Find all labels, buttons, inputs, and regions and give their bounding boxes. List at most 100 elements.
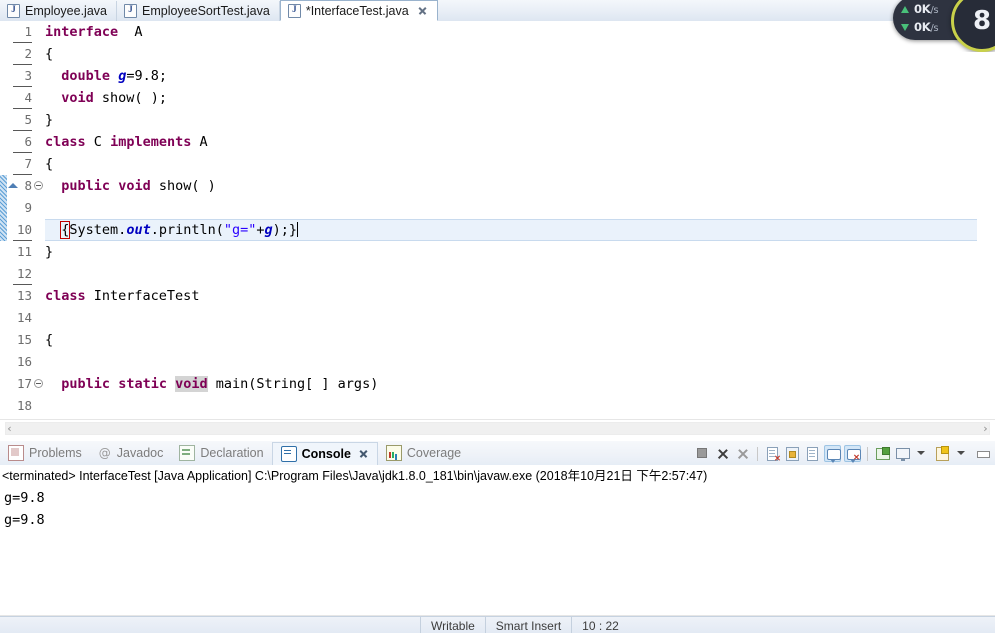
line-number: 10 xyxy=(16,222,32,237)
keyword: void xyxy=(61,90,94,106)
type-name: InterfaceTest xyxy=(93,288,200,304)
eclipse-window: Employee.java EmployeeSortTest.java *Int… xyxy=(0,0,995,633)
panel-tab-label: Javadoc xyxy=(116,446,164,460)
code-line-13: class InterfaceTest xyxy=(45,285,978,307)
panel-tab-label: Problems xyxy=(29,446,82,460)
console-panel: Problems @ Javadoc Declaration Console C… xyxy=(0,441,995,633)
show-console-on-output-button[interactable] xyxy=(824,445,841,463)
remove-all-terminated-button[interactable] xyxy=(734,445,751,462)
scroll-left-icon[interactable]: ‹ xyxy=(3,422,16,435)
editor-tab-employeesorttest[interactable]: EmployeeSortTest.java xyxy=(117,1,280,21)
tab-console[interactable]: Console xyxy=(271,441,378,465)
toolbar-separator xyxy=(757,446,758,461)
code-line-4: void show( ); xyxy=(45,87,978,109)
field-name: out xyxy=(126,222,151,238)
panel-tab-label: Coverage xyxy=(406,446,462,460)
code-line-7: { xyxy=(45,153,978,175)
line-number: 6 xyxy=(24,134,32,149)
chevron-down-icon xyxy=(917,451,925,455)
minimize-button[interactable] xyxy=(974,445,991,462)
status-insert-mode: Smart Insert xyxy=(484,617,571,633)
status-writable: Writable xyxy=(420,617,485,633)
line-number: 16 xyxy=(16,354,32,369)
code-text: =9.8; xyxy=(126,68,167,84)
code-line-17: public static void main(String[ ] args) xyxy=(45,373,978,395)
code-text: );} xyxy=(272,222,298,238)
tab-problems[interactable]: Problems xyxy=(0,442,90,464)
field-name: g xyxy=(264,222,273,238)
line-number: 4 xyxy=(24,90,32,105)
brace: { xyxy=(45,156,54,172)
editor-tab-label: EmployeeSortTest.java xyxy=(142,4,270,18)
editor-tab-label: Employee.java xyxy=(25,4,107,18)
console-output-area[interactable]: <terminated> InterfaceTest [Java Applica… xyxy=(0,465,995,615)
line-number: 2 xyxy=(24,46,32,61)
tab-declaration[interactable]: Declaration xyxy=(171,442,271,464)
line-number: 1 xyxy=(24,24,32,39)
line-number: 7 xyxy=(24,156,32,171)
code-line-15: { xyxy=(45,329,978,351)
keyword: class xyxy=(45,134,86,150)
type-name: A xyxy=(199,134,208,150)
stop-icon xyxy=(697,448,707,458)
line-number: 15 xyxy=(16,332,32,347)
line-number: 11 xyxy=(16,244,32,259)
panel-tab-bar: Problems @ Javadoc Declaration Console C… xyxy=(0,441,995,466)
scroll-lock-button[interactable] xyxy=(784,445,801,462)
remove-launch-button[interactable] xyxy=(714,445,731,462)
keyword: class xyxy=(45,288,86,304)
performance-gauge[interactable]: 8 xyxy=(951,0,995,52)
open-console-dropdown[interactable] xyxy=(954,445,971,462)
editor-tab-employee[interactable]: Employee.java xyxy=(0,1,117,21)
keyword: public xyxy=(61,376,111,392)
line-number: 18 xyxy=(16,398,32,413)
tab-javadoc[interactable]: @ Javadoc xyxy=(90,442,172,464)
brace: } xyxy=(45,112,54,128)
code-line-1: interface A xyxy=(45,21,978,43)
display-selected-console-button[interactable] xyxy=(894,445,911,462)
console-toolbar: ✕ ✕ xyxy=(694,444,991,463)
keyword: static xyxy=(118,376,167,392)
editor-tab-interfacetest[interactable]: *InterfaceTest.java xyxy=(279,0,438,21)
scroll-right-icon[interactable]: › xyxy=(979,422,992,435)
pin-console-button[interactable] xyxy=(874,445,891,462)
occurrence-highlight: void xyxy=(175,376,208,392)
word-wrap-button[interactable] xyxy=(804,445,821,462)
terminate-button[interactable] xyxy=(694,445,711,462)
fold-collapse-icon[interactable] xyxy=(34,379,43,388)
java-file-icon xyxy=(287,3,301,18)
java-file-icon xyxy=(7,3,20,18)
code-editor[interactable]: 1 2 3 4 5 6 7 8 9 10 11 12 13 14 15 16 1… xyxy=(0,21,995,418)
code-text-area[interactable]: interface A { double g=9.8; void show( )… xyxy=(45,21,978,418)
console-icon xyxy=(280,445,297,462)
keyword: implements xyxy=(110,134,192,150)
open-console-button[interactable] xyxy=(934,445,951,462)
line-number: 17 xyxy=(16,376,32,391)
close-icon[interactable] xyxy=(417,5,428,16)
panel-tab-label: Declaration xyxy=(200,446,264,460)
display-selected-console-dropdown[interactable] xyxy=(914,445,931,462)
show-console-on-error-button[interactable]: ✕ xyxy=(844,445,861,463)
console-output-icon xyxy=(827,449,841,463)
lock-icon xyxy=(786,447,799,461)
keyword: void xyxy=(118,178,151,194)
javadoc-icon: @ xyxy=(98,446,111,460)
console-output-line: g=9.8 xyxy=(4,512,45,528)
clear-console-button[interactable]: ✕ xyxy=(764,445,781,463)
status-cursor-position: 10 : 22 xyxy=(571,617,629,633)
keyword: public xyxy=(61,178,111,194)
close-icon[interactable] xyxy=(358,448,369,459)
code-line-5: } xyxy=(45,109,978,131)
scrollbar-trough[interactable] xyxy=(5,422,990,435)
editor-vertical-scrollbar[interactable] xyxy=(977,21,995,418)
code-line-6: class C implements A xyxy=(45,131,978,153)
declaration-icon xyxy=(179,445,196,461)
editor-horizontal-scrollbar[interactable]: ‹ › xyxy=(0,419,995,437)
tab-coverage[interactable]: Coverage xyxy=(378,442,469,464)
download-speed: 0K/s xyxy=(914,20,939,34)
fold-collapse-icon[interactable] xyxy=(34,181,43,190)
net-widget-container: 0K/s 0K/s 8 xyxy=(875,0,995,52)
editor-tab-bar: Employee.java EmployeeSortTest.java *Int… xyxy=(0,0,995,22)
